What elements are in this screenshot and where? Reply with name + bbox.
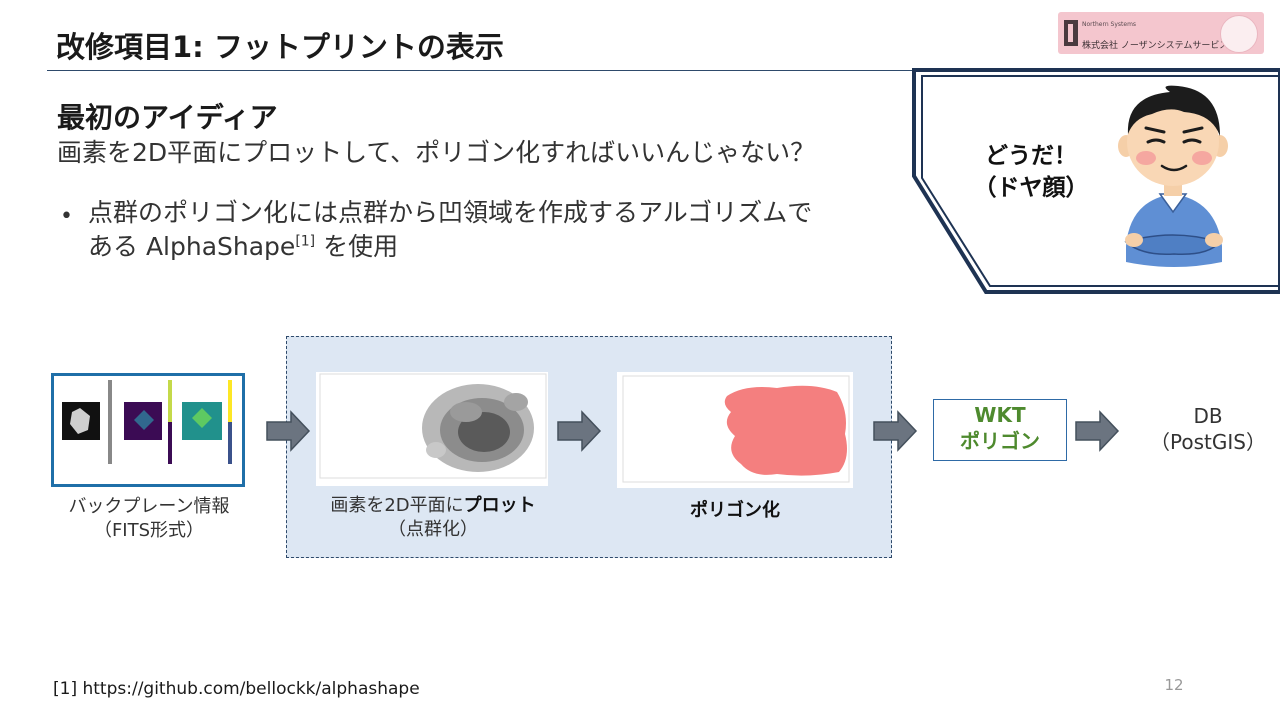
point-cloud-plot xyxy=(316,372,548,486)
plot-caption-line2: （点群化） xyxy=(388,519,478,540)
wkt-polygon-label: WKT ポリゴン xyxy=(933,402,1067,454)
point-cloud-icon xyxy=(319,373,547,479)
logo-mark-icon xyxy=(1064,20,1078,46)
slide-title: 改修項目1: フットプリントの表示 xyxy=(56,30,504,64)
footnote: [1] https://github.com/bellockk/alphasha… xyxy=(53,679,420,699)
bullet-text-line1: 点群のポリゴン化には点群から凹領域を作成するアルゴリズムで xyxy=(88,198,813,227)
arrow-right-icon xyxy=(873,410,918,452)
plot-caption: 画素を2D平面にプロット （点群化） xyxy=(322,494,544,542)
fits-caption: バックプレーン情報 （FITS形式） xyxy=(50,495,248,543)
plot-caption-prefix: 画素を2D平面に xyxy=(330,495,464,516)
arrow-right-icon xyxy=(557,410,602,452)
polygon-shape-icon xyxy=(622,375,850,483)
callout-line2: （ドヤ顔） xyxy=(973,175,1089,201)
arrow-right-icon xyxy=(266,410,311,452)
db-line1: DB xyxy=(1193,404,1223,428)
fits-thumbnails-icon xyxy=(62,380,232,464)
bullet-text-line2: ある AlphaShape xyxy=(88,232,296,261)
plot-caption-line1: 画素を2D平面にプロット xyxy=(322,494,544,518)
logo-small-text: Northern Systems xyxy=(1082,21,1137,28)
bullet-marker: • xyxy=(60,204,73,229)
bullet-text-line2-end: を使用 xyxy=(315,232,399,261)
bullet-text: 点群のポリゴン化には点群から凹領域を作成するアルゴリズムで ある AlphaSh… xyxy=(88,196,878,264)
fits-caption-line1: バックプレーン情報 xyxy=(68,496,230,517)
bullet-reference: [1] xyxy=(295,233,316,250)
lead-text: 画素を2D平面にプロットして、ポリゴン化すればいいんじゃない？ xyxy=(57,138,816,167)
subheading: 最初のアイディア xyxy=(57,101,278,134)
wkt-line1: WKT xyxy=(974,403,1026,427)
fits-caption-line2: （FITS形式） xyxy=(93,520,205,541)
logo-mascot-icon xyxy=(1220,15,1258,53)
db-label: DB （PostGIS） xyxy=(1136,403,1280,455)
polygon-plot xyxy=(617,372,853,488)
logo-company-name: 株式会社 ノーザンシステムサービス xyxy=(1082,41,1229,51)
db-line2: （PostGIS） xyxy=(1150,430,1266,454)
polygon-caption: ポリゴン化 xyxy=(690,500,780,521)
arrow-right-icon xyxy=(1075,410,1120,452)
callout-line1: どうだ！ xyxy=(985,143,1077,169)
plot-caption-bold: プロット xyxy=(463,495,536,516)
wkt-line2: ポリゴン xyxy=(960,429,1040,453)
fits-preview xyxy=(51,373,245,487)
company-logo: Northern Systems 株式会社 ノーザンシステムサービス xyxy=(1058,12,1264,54)
page-number: 12 xyxy=(1164,676,1184,694)
callout-text: どうだ！ （ドヤ顔） xyxy=(966,140,1096,204)
